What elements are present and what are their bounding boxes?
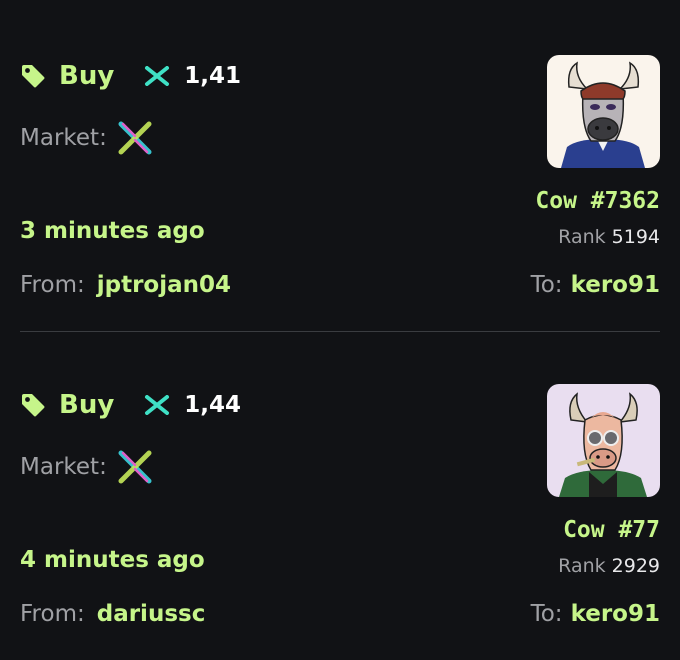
from-label: From: bbox=[20, 272, 85, 298]
nft-name[interactable]: Cow #7362 bbox=[535, 188, 660, 214]
sale-type-row: Buy 1,41 bbox=[20, 58, 241, 94]
market-row: Market: bbox=[20, 447, 155, 487]
sale-time: 3 minutes ago bbox=[20, 218, 205, 244]
sale-item: Buy 1,41 Market: 3 minutes ago From: jptr… bbox=[0, 0, 680, 330]
rank-label: Rank bbox=[558, 555, 606, 577]
rank-row: Rank 5194 bbox=[558, 226, 660, 248]
sale-item: Buy 1,44 Market: 4 minutes ago From: dari… bbox=[0, 329, 680, 659]
sale-type-label: Buy bbox=[59, 61, 115, 91]
buyer-link[interactable]: kero91 bbox=[571, 272, 660, 298]
to-row: To: kero91 bbox=[531, 601, 660, 627]
market-row: Market: bbox=[20, 118, 155, 158]
from-row: From: jptrojan04 bbox=[20, 272, 231, 298]
x-token-icon bbox=[144, 66, 170, 86]
rank-label: Rank bbox=[558, 226, 606, 248]
nft-thumbnail[interactable] bbox=[547, 55, 660, 168]
to-label: To: bbox=[530, 601, 563, 627]
sale-time: 4 minutes ago bbox=[20, 547, 205, 573]
sale-price: 1,44 bbox=[184, 392, 242, 418]
market-label: Market: bbox=[20, 125, 107, 151]
nft-thumbnail[interactable] bbox=[547, 384, 660, 497]
x-marketplace-logo-icon[interactable] bbox=[115, 447, 155, 487]
sale-type-label: Buy bbox=[59, 390, 115, 420]
x-marketplace-logo-icon[interactable] bbox=[115, 118, 155, 158]
rank-value: 2929 bbox=[611, 555, 660, 577]
to-label: To: bbox=[530, 272, 563, 298]
sale-type-row: Buy 1,44 bbox=[20, 387, 241, 423]
sale-price: 1,41 bbox=[184, 63, 242, 89]
from-row: From: dariussc bbox=[20, 601, 205, 627]
tag-icon bbox=[20, 392, 46, 418]
rank-value: 5194 bbox=[611, 226, 660, 248]
seller-link[interactable]: dariussc bbox=[97, 601, 206, 627]
buyer-link[interactable]: kero91 bbox=[571, 601, 660, 627]
to-row: To: kero91 bbox=[531, 272, 660, 298]
nft-name[interactable]: Cow #77 bbox=[563, 517, 660, 543]
tag-icon bbox=[20, 63, 46, 89]
x-token-icon bbox=[144, 395, 170, 415]
seller-link[interactable]: jptrojan04 bbox=[97, 272, 231, 298]
from-label: From: bbox=[20, 601, 85, 627]
rank-row: Rank 2929 bbox=[558, 555, 660, 577]
market-label: Market: bbox=[20, 454, 107, 480]
